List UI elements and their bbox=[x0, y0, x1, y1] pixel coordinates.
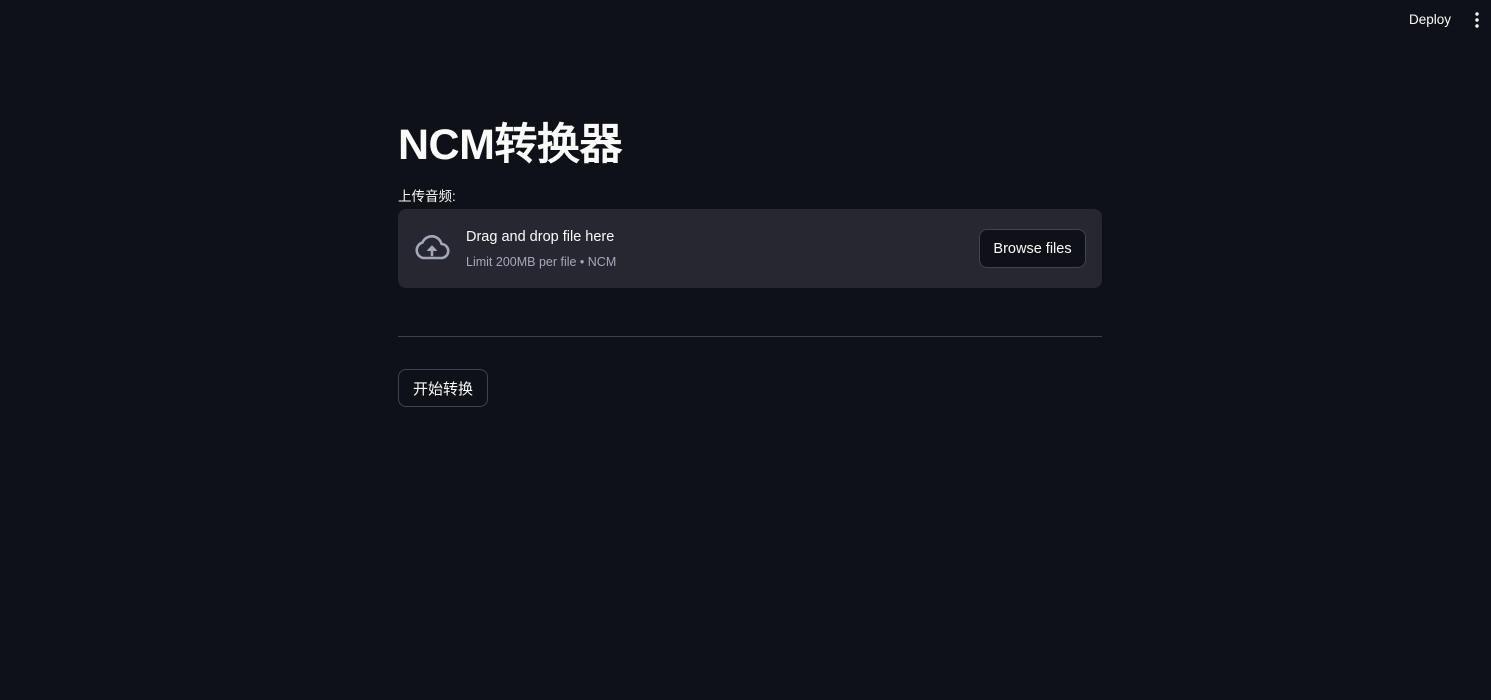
browse-files-button[interactable]: Browse files bbox=[979, 229, 1086, 268]
page-title: NCM转换器 bbox=[398, 121, 622, 169]
app-header: Deploy bbox=[0, 0, 1491, 40]
deploy-button[interactable]: Deploy bbox=[1403, 9, 1457, 30]
divider bbox=[398, 336, 1102, 337]
kebab-menu-icon[interactable] bbox=[1471, 11, 1483, 29]
file-dropzone[interactable]: Drag and drop file here Limit 200MB per … bbox=[398, 209, 1102, 288]
start-convert-button[interactable]: 开始转换 bbox=[398, 369, 488, 407]
dropzone-instructions: Drag and drop file here bbox=[466, 229, 615, 245]
cloud-upload-icon bbox=[414, 233, 450, 263]
dropzone-limit-text: Limit 200MB per file • NCM bbox=[466, 255, 617, 269]
uploader-label: 上传音频: bbox=[398, 189, 456, 204]
